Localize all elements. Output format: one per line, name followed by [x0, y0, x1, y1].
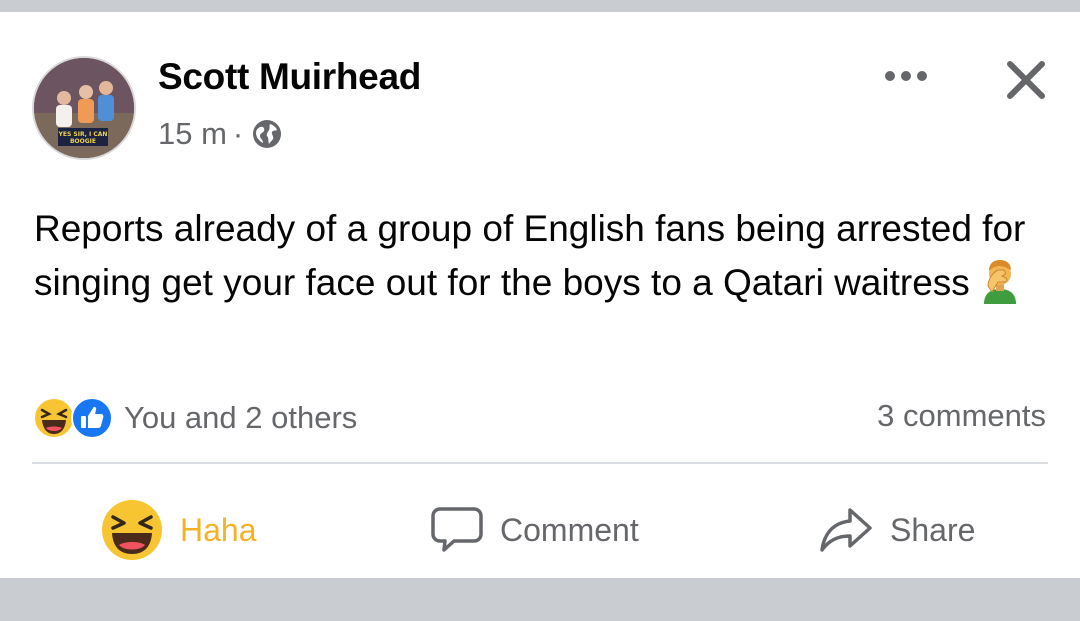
more-options-button[interactable]: [872, 56, 940, 96]
share-icon: [820, 508, 872, 552]
post-text: Reports already of a group of English fa…: [34, 208, 1026, 303]
comment-button[interactable]: Comment: [430, 490, 639, 570]
avatar-photo: YES SIR, I CAN BOOGIE: [34, 58, 134, 158]
timestamp[interactable]: 15 m: [158, 116, 227, 152]
reactions-summary-text[interactable]: You and 2 others: [124, 400, 357, 436]
comment-label: Comment: [500, 511, 639, 548]
post-card: YES SIR, I CAN BOOGIE Scott Muirhead 15 …: [0, 12, 1080, 578]
svg-text:BOOGIE: BOOGIE: [70, 138, 96, 145]
share-label: Share: [890, 511, 976, 548]
post-body: Reports already of a group of English fa…: [34, 202, 1054, 310]
close-icon: [1007, 61, 1045, 99]
haha-button[interactable]: Haha: [100, 490, 257, 570]
meta-separator: ·: [232, 116, 244, 151]
post-meta: 15 m ·: [158, 116, 283, 152]
author-name[interactable]: Scott Muirhead: [158, 56, 421, 98]
comment-icon: [431, 507, 483, 552]
comments-count[interactable]: 3 comments: [877, 398, 1046, 434]
like-icon: [71, 397, 113, 439]
more-dots-icon: [885, 71, 927, 81]
divider: [32, 462, 1048, 464]
facepalm-icon: [983, 260, 1016, 304]
svg-text:YES SIR, I CAN: YES SIR, I CAN: [58, 131, 108, 138]
haha-icon: [102, 500, 162, 560]
haha-label: Haha: [180, 511, 257, 548]
share-button[interactable]: Share: [818, 490, 975, 570]
close-button[interactable]: [996, 50, 1056, 110]
globe-icon: [253, 120, 282, 148]
avatar[interactable]: YES SIR, I CAN BOOGIE: [32, 56, 136, 160]
reaction-summary[interactable]: You and 2 others: [32, 396, 357, 440]
